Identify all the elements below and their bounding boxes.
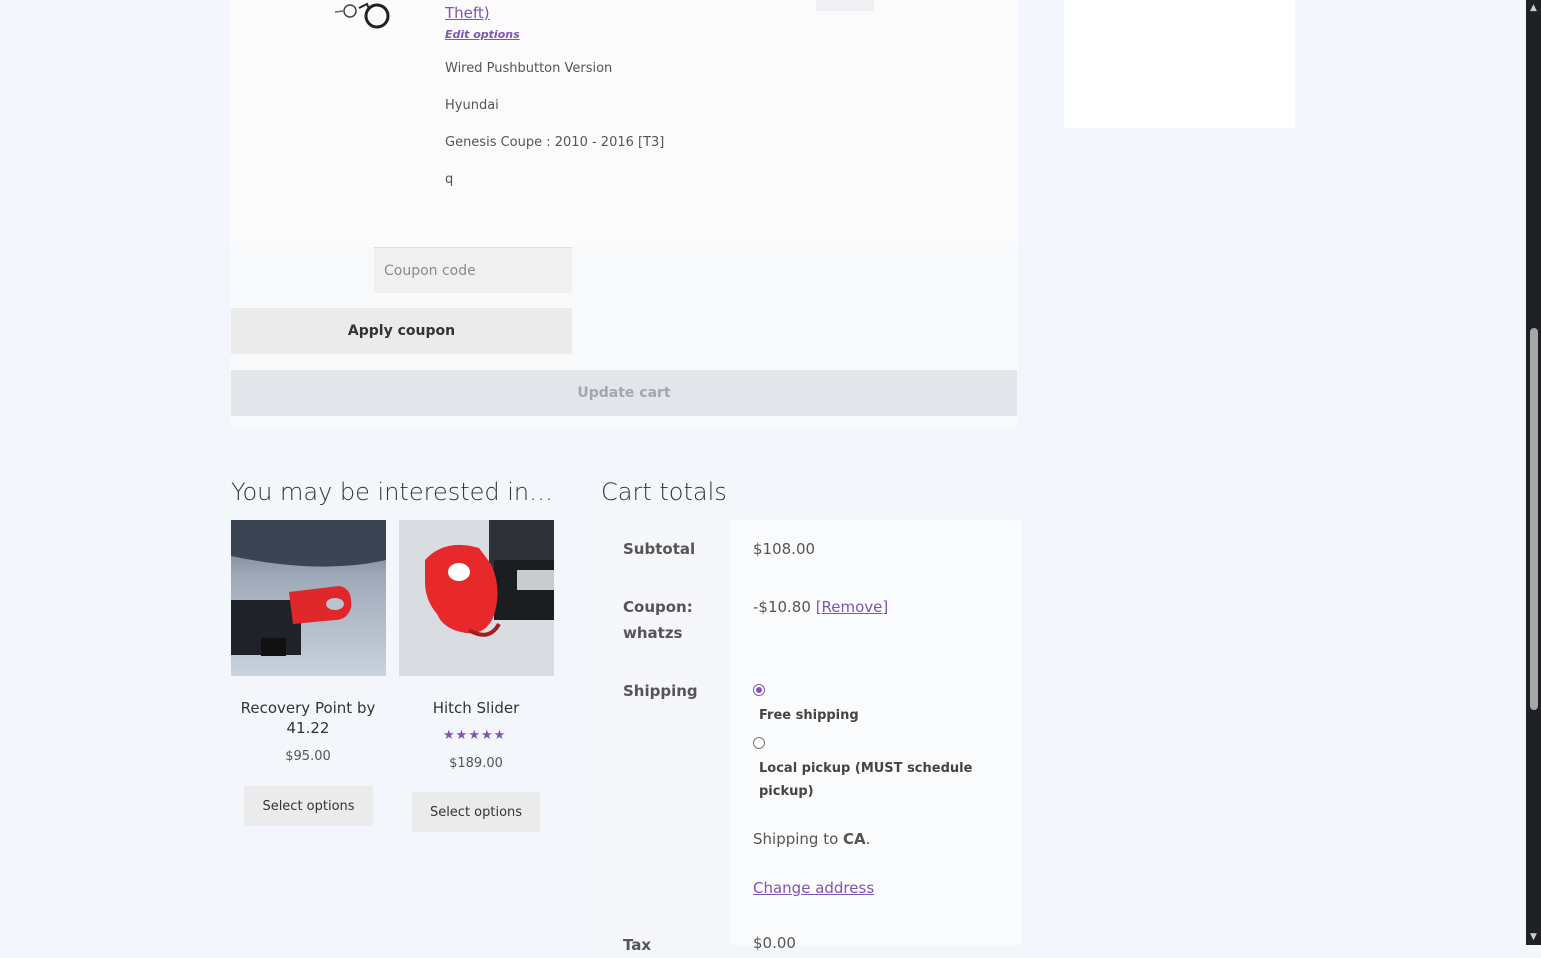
coupon-code-input[interactable]: [374, 247, 572, 293]
edit-options-link[interactable]: Edit options: [445, 28, 520, 41]
subtotal-value: $108.00: [753, 540, 816, 558]
scroll-down-arrow-icon[interactable]: ▼: [1528, 932, 1539, 942]
coupon-label: Coupon: whatzs: [623, 598, 693, 642]
shipping-to-prefix: Shipping to: [753, 830, 844, 848]
item-meta-make: Hyundai: [445, 98, 499, 113]
cart-totals-heading: Cart totals: [601, 478, 727, 506]
coupon-discount-value: -$10.80: [753, 598, 811, 616]
cross-sells-heading: You may be interested in…: [231, 478, 554, 506]
tax-value: $0.00: [753, 934, 796, 952]
item-meta-note: q: [445, 172, 454, 187]
star-icon: ★: [493, 728, 507, 743]
product-image-recovery-point[interactable]: [231, 520, 386, 676]
shipping-region: CA: [843, 830, 866, 848]
star-icon: ★: [443, 728, 456, 743]
star-rating: ★★★★★: [443, 729, 511, 743]
item-meta-model: Genesis Coupe : 2010 - 2016 [T3]: [445, 135, 665, 150]
product-name-link[interactable]: Theft): [445, 4, 490, 22]
scrollbar-thumb[interactable]: [1530, 328, 1538, 710]
shipping-label: Shipping: [623, 682, 698, 700]
coupon-discount: -$10.80 [Remove]: [753, 598, 888, 616]
remove-coupon-link[interactable]: [Remove]: [816, 598, 889, 616]
subtotal-label: Subtotal: [623, 540, 696, 558]
star-icon: ★: [455, 728, 469, 743]
product-price-recovery-point: $95.00: [285, 749, 331, 764]
cart-item-row: [230, 0, 1018, 247]
product-title-hitch-slider[interactable]: Hitch Slider: [391, 698, 561, 718]
tax-header-cell: [601, 920, 731, 945]
star-icon: ★: [480, 728, 494, 743]
free-shipping-radio[interactable]: [753, 684, 765, 696]
apply-coupon-button[interactable]: Apply coupon: [231, 308, 572, 354]
product-thumbnail[interactable]: [333, 0, 393, 34]
scroll-up-arrow-icon[interactable]: ▲: [1528, 3, 1539, 13]
local-pickup-label[interactable]: Local pickup (MUST schedule pickup): [759, 757, 989, 803]
coupon-value-cell: [731, 578, 1021, 664]
select-options-button-recovery-point[interactable]: Select options: [244, 786, 373, 826]
update-cart-button[interactable]: Update cart: [231, 370, 1017, 416]
shipping-destination: Shipping to CA.: [753, 830, 870, 848]
item-meta-version: Wired Pushbutton Version: [445, 61, 613, 76]
quantity-input[interactable]: [816, 0, 874, 11]
change-address-link[interactable]: Change address: [753, 879, 874, 897]
product-price-hitch-slider: $189.00: [449, 756, 503, 771]
select-options-button-hitch-slider[interactable]: Select options: [412, 792, 540, 832]
product-title-recovery-point[interactable]: Recovery Point by 41.22: [223, 698, 393, 738]
sidebar-widget: [1064, 0, 1295, 128]
shipping-to-suffix: .: [865, 830, 871, 848]
product-image-hitch-slider[interactable]: [399, 520, 554, 676]
tax-label: Tax: [623, 936, 652, 954]
local-pickup-radio[interactable]: [753, 737, 765, 749]
free-shipping-label[interactable]: Free shipping: [759, 704, 859, 727]
star-icon: ★: [468, 728, 481, 743]
